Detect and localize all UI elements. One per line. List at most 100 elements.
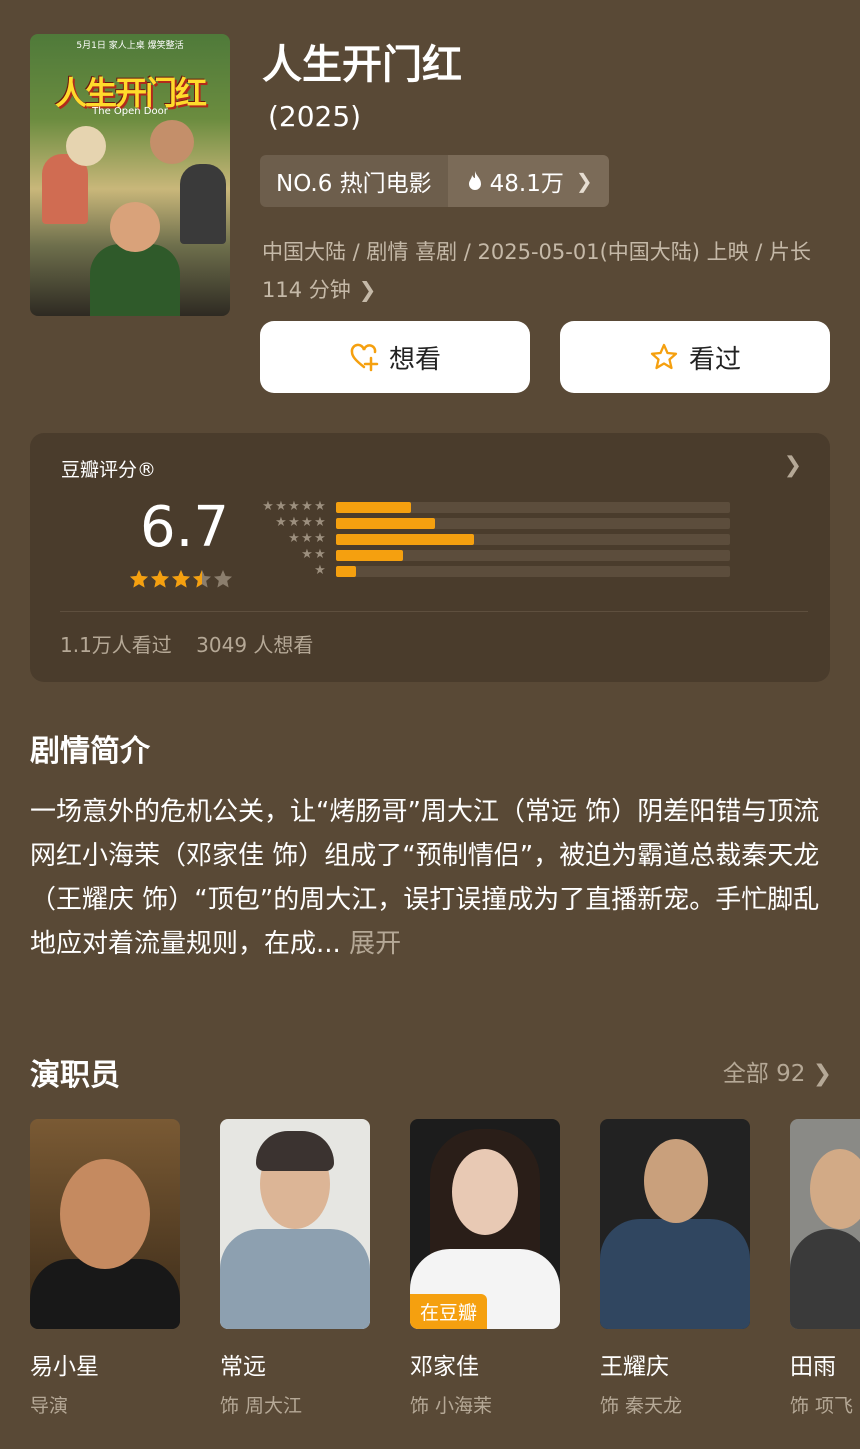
- cast-member[interactable]: 易小星 导演: [30, 1119, 180, 1418]
- rating-counts: 1.1万人看过 3049 人想看: [60, 629, 331, 658]
- rating-star-icon: [214, 570, 232, 588]
- movie-meta[interactable]: 中国大陆 / 剧情 喜剧 / 2025-05-01(中国大陆) 上映 / 片长 …: [262, 233, 837, 309]
- chevron-right-icon: ❯: [812, 1061, 832, 1087]
- rating-distribution: ★ ★ ★ ★ ★ ★ ★ ★ ★ ★ ★ ★ ★ ★ ★: [256, 499, 730, 579]
- synopsis-text[interactable]: 一场意外的危机公关，让“烤肠哥”周大江（常远 饰）阴差阳错与顶流网红小海茉（邓家…: [30, 790, 820, 966]
- rank-label[interactable]: NO.6 热门电影: [260, 155, 448, 207]
- mini-star-icon: ★: [314, 547, 326, 562]
- rating-score: 6.7: [140, 495, 230, 560]
- mini-star-icon: ★: [275, 499, 287, 514]
- mini-stars: ★ ★: [256, 547, 326, 562]
- cast-list: 易小星 导演 常远 饰 周大江 在豆瓣 邓家佳 饰 小海茉 王耀庆 饰 秦天龙 …: [30, 1119, 860, 1418]
- cast-name: 邓家佳: [410, 1354, 479, 1380]
- movie-title: 人生开门红: [262, 42, 462, 88]
- cast-role: 饰 项飞: [790, 1395, 854, 1417]
- mini-star-icon: ★: [314, 515, 326, 530]
- distribution-track: [336, 517, 730, 529]
- cast-member[interactable]: 在豆瓣 邓家佳 饰 小海茉: [410, 1119, 560, 1418]
- cast-all-link[interactable]: 全部 92 ❯: [723, 1054, 832, 1088]
- mini-star-icon: ★: [314, 563, 326, 578]
- movie-year: (2025): [268, 100, 362, 133]
- distribution-bar: [336, 501, 411, 513]
- seen-label: 看过: [688, 344, 741, 375]
- flame-icon: [468, 171, 481, 190]
- want-count: 3049 人想看: [196, 633, 314, 657]
- poster-subtitle: The Open Door: [92, 106, 168, 117]
- meta-text: 中国大陆 / 剧情 喜剧 / 2025-05-01(中国大陆) 上映 / 片长 …: [262, 240, 812, 302]
- mini-star-icon: ★: [314, 531, 326, 546]
- mini-star-icon: ★: [275, 515, 287, 530]
- synopsis-title: 剧情简介: [30, 734, 150, 769]
- cast-photo: 在豆瓣: [410, 1119, 560, 1329]
- cast-name: 田雨: [790, 1354, 836, 1380]
- cast-member[interactable]: 王耀庆 饰 秦天龙: [600, 1119, 750, 1418]
- cast-role: 饰 小海茉: [410, 1395, 493, 1417]
- cast-photo: [30, 1119, 180, 1329]
- want-button[interactable]: 想看: [260, 321, 530, 393]
- chevron-right-icon: ❯: [575, 169, 593, 193]
- distribution-bar: [336, 565, 356, 577]
- rating-star-icon: [151, 570, 169, 588]
- distribution-bar: [336, 517, 435, 529]
- want-label: 想看: [388, 344, 441, 375]
- heat-button[interactable]: 48.1万 ❯: [447, 155, 609, 207]
- mini-star-icon: ★: [301, 547, 313, 562]
- distribution-track: [336, 565, 730, 577]
- mini-star-icon: ★: [314, 499, 326, 514]
- mini-stars: ★ ★ ★ ★: [256, 515, 326, 530]
- mini-star-icon: ★: [288, 499, 300, 514]
- distribution-row: ★ ★: [256, 547, 730, 563]
- mini-star-icon: ★: [262, 499, 274, 514]
- cast-role: 饰 秦天龙: [600, 1395, 683, 1417]
- distribution-row: ★ ★ ★ ★ ★: [256, 499, 730, 515]
- rank-bar[interactable]: NO.6 热门电影 48.1万 ❯: [260, 155, 609, 207]
- mini-stars: ★ ★ ★ ★ ★: [256, 499, 326, 514]
- distribution-track: [336, 533, 730, 545]
- synopsis-body: 一场意外的危机公关，让“烤肠哥”周大江（常远 饰）阴差阳错与顶流网红小海茉（邓家…: [30, 797, 820, 959]
- distribution-row: ★ ★ ★ ★: [256, 515, 730, 531]
- on-douban-badge: 在豆瓣: [410, 1294, 488, 1329]
- distribution-track: [336, 501, 730, 513]
- mini-star-icon: ★: [288, 515, 300, 530]
- cast-title: 演职员: [30, 1058, 120, 1093]
- heat-value: 48.1万: [489, 171, 564, 197]
- cast-name: 常远: [220, 1354, 266, 1380]
- mini-star-icon: ★: [301, 515, 313, 530]
- cast-name: 王耀庆: [600, 1354, 669, 1380]
- cast-member[interactable]: 田雨 饰 项飞: [790, 1119, 860, 1418]
- cast-all-label: 全部 92: [722, 1061, 806, 1087]
- expand-link[interactable]: 展开: [349, 929, 401, 959]
- distribution-track: [336, 549, 730, 561]
- mini-stars: ★ ★ ★: [256, 531, 326, 546]
- cast-name: 易小星: [30, 1354, 99, 1380]
- rating-card[interactable]: 豆瓣评分® ❯ 6.7 ★ ★ ★ ★ ★ ★ ★ ★ ★ ★ ★ ★ ★ ★ ★ 1.1万人看过 3049…: [30, 433, 830, 682]
- distribution-row: ★ ★ ★: [256, 531, 730, 547]
- chevron-right-icon: ❯: [783, 453, 802, 478]
- cast-photo: [600, 1119, 750, 1329]
- distribution-bar: [336, 549, 403, 561]
- cast-photo: [220, 1119, 370, 1329]
- rating-star-icon: [193, 570, 211, 588]
- watched-count: 1.1万人看过: [60, 633, 172, 657]
- movie-poster[interactable]: 5月1日 家人上桌 爆笑整活 人生开门红 The Open Door: [30, 34, 230, 316]
- heart-plus-icon: [350, 343, 379, 372]
- rating-stars: [129, 569, 233, 589]
- cast-role: 饰 周大江: [220, 1395, 303, 1417]
- seen-button[interactable]: 看过: [560, 321, 830, 393]
- cast-role: 导演: [30, 1395, 69, 1417]
- rating-label: 豆瓣评分®: [61, 459, 157, 481]
- mini-star-icon: ★: [301, 531, 313, 546]
- distribution-bar: [336, 533, 474, 545]
- distribution-row: ★: [256, 563, 730, 579]
- mini-stars: ★: [256, 563, 326, 578]
- divider: [60, 611, 808, 612]
- cast-member[interactable]: 常远 饰 周大江: [220, 1119, 370, 1418]
- rating-star-icon: [130, 570, 148, 588]
- mini-star-icon: ★: [288, 531, 300, 546]
- cast-photo: [790, 1119, 860, 1329]
- rating-star-icon: [172, 570, 190, 588]
- mini-star-icon: ★: [301, 499, 313, 514]
- chevron-right-icon: ❯: [358, 278, 377, 302]
- poster-top-text: 5月1日 家人上桌 爆笑整活: [76, 41, 184, 51]
- star-outline-icon: [650, 343, 678, 370]
